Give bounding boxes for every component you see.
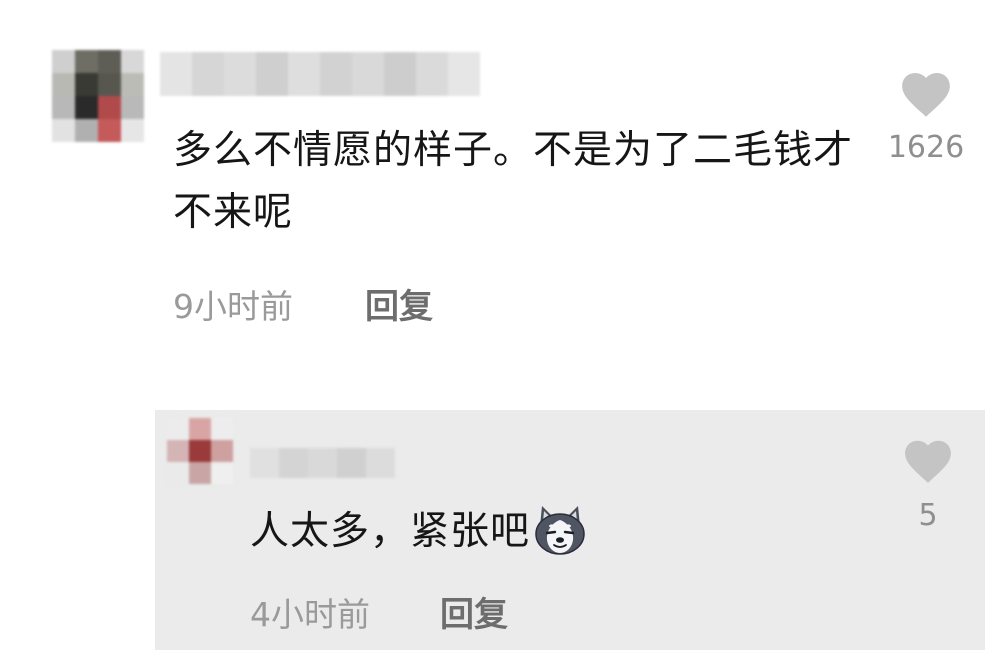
reply-like-heart-icon[interactable] [903, 438, 953, 484]
reply-reply-button[interactable]: 回复 [440, 587, 508, 636]
husky-face-emoji [532, 504, 588, 556]
reply-item: 人太多，紧张吧 4小时前 回复 5 [155, 410, 985, 650]
comment-item: 多么不情愿的样子。不是为了二毛钱才不来呢 9小时前 回复 1626 [0, 0, 1001, 400]
like-count: 1626 [887, 130, 965, 165]
reply-avatar[interactable] [167, 418, 233, 484]
reply-text-row: 人太多，紧张吧 [250, 501, 588, 563]
reply-button[interactable]: 回复 [365, 279, 433, 328]
reply-like-count: 5 [918, 498, 938, 533]
username[interactable] [160, 52, 480, 96]
reply-timestamp: 4小时前 [250, 595, 370, 634]
avatar[interactable] [52, 50, 144, 142]
comment-timestamp: 9小时前 [173, 287, 293, 326]
like-heart-icon[interactable] [900, 70, 952, 118]
reply-username[interactable] [250, 448, 395, 478]
comment-text: 多么不情愿的样子。不是为了二毛钱才不来呢 [173, 128, 854, 235]
reply-text: 人太多，紧张吧 [250, 509, 531, 554]
